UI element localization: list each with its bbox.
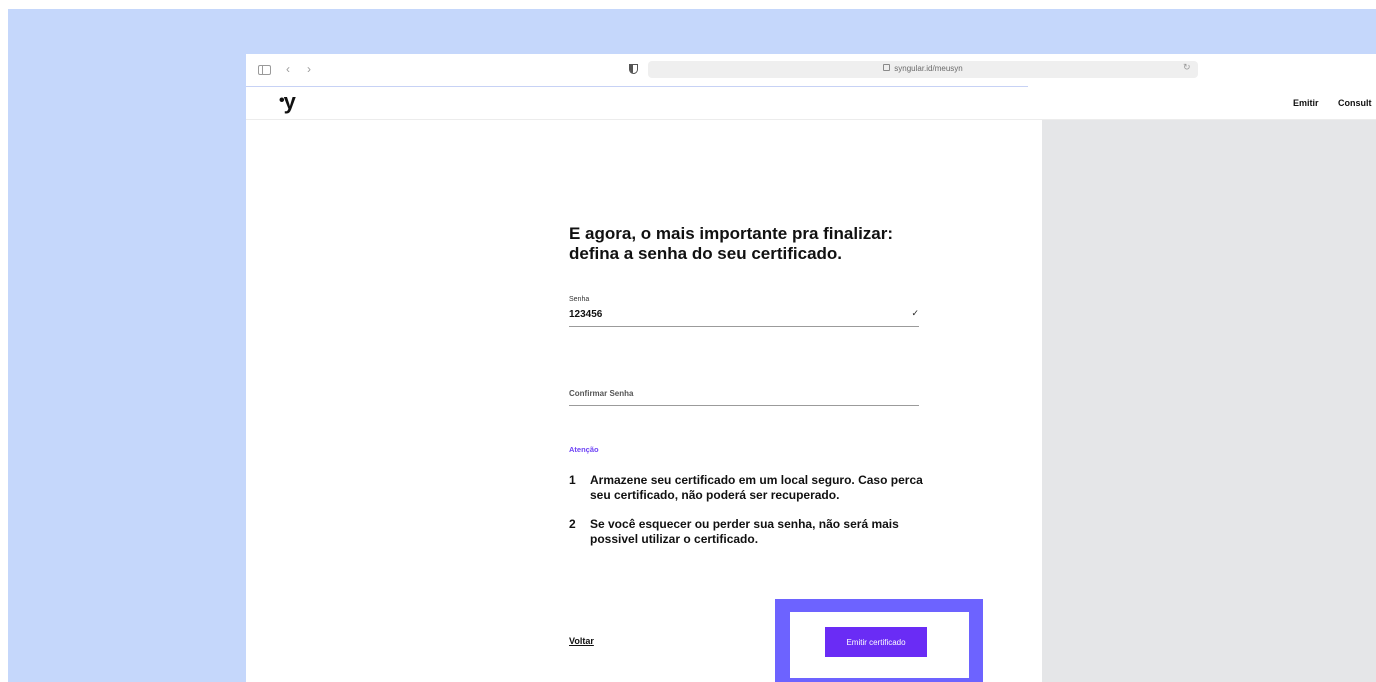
password-value[interactable]: 123456	[569, 309, 602, 320]
list-number: 1	[569, 473, 576, 487]
nav-consultar[interactable]: Consult	[1338, 98, 1372, 108]
lock-icon	[883, 64, 891, 71]
password-label: Senha	[569, 296, 590, 303]
list-number: 2	[569, 517, 576, 531]
confirm-password-field[interactable]: Confirmar Senha	[569, 386, 919, 406]
list-item: 1 Armazene seu certificado em um local s…	[569, 473, 929, 503]
list-text: Se você esquecer ou perder sua senha, nã…	[590, 517, 899, 546]
page-title: E agora, o mais importante pra finalizar…	[569, 224, 894, 263]
attention-label: Atenção	[569, 445, 599, 454]
list-text: Armazene seu certificado em um local seg…	[590, 473, 923, 502]
shield-icon[interactable]	[629, 64, 638, 74]
forward-icon[interactable]: ›	[307, 63, 311, 75]
site-header: •y Emitir Consult	[246, 87, 1376, 120]
side-panel	[1042, 120, 1376, 682]
url-text: syngular.id/meusyn	[894, 64, 963, 73]
sidebar-icon[interactable]	[258, 65, 271, 75]
backdrop-left	[8, 9, 246, 682]
list-item: 2 Se você esquecer ou perder sua senha, …	[569, 517, 929, 547]
browser-toolbar: ‹ › syngular.id/meusyn ↻	[246, 54, 1376, 86]
reload-icon[interactable]: ↻	[1183, 62, 1191, 73]
confirm-password-placeholder: Confirmar Senha	[569, 389, 634, 398]
password-field[interactable]: Senha 123456 ✓	[569, 296, 919, 327]
logo[interactable]: •y	[279, 89, 296, 115]
back-icon[interactable]: ‹	[286, 63, 290, 75]
address-bar[interactable]: syngular.id/meusyn	[648, 61, 1198, 78]
back-link[interactable]: Voltar	[569, 636, 594, 646]
nav-emitir[interactable]: Emitir	[1293, 98, 1319, 108]
warning-list: 1 Armazene seu certificado em um local s…	[569, 473, 929, 561]
emit-certificate-button[interactable]: Emitir certificado	[825, 627, 927, 657]
checkmark-icon: ✓	[911, 308, 919, 318]
